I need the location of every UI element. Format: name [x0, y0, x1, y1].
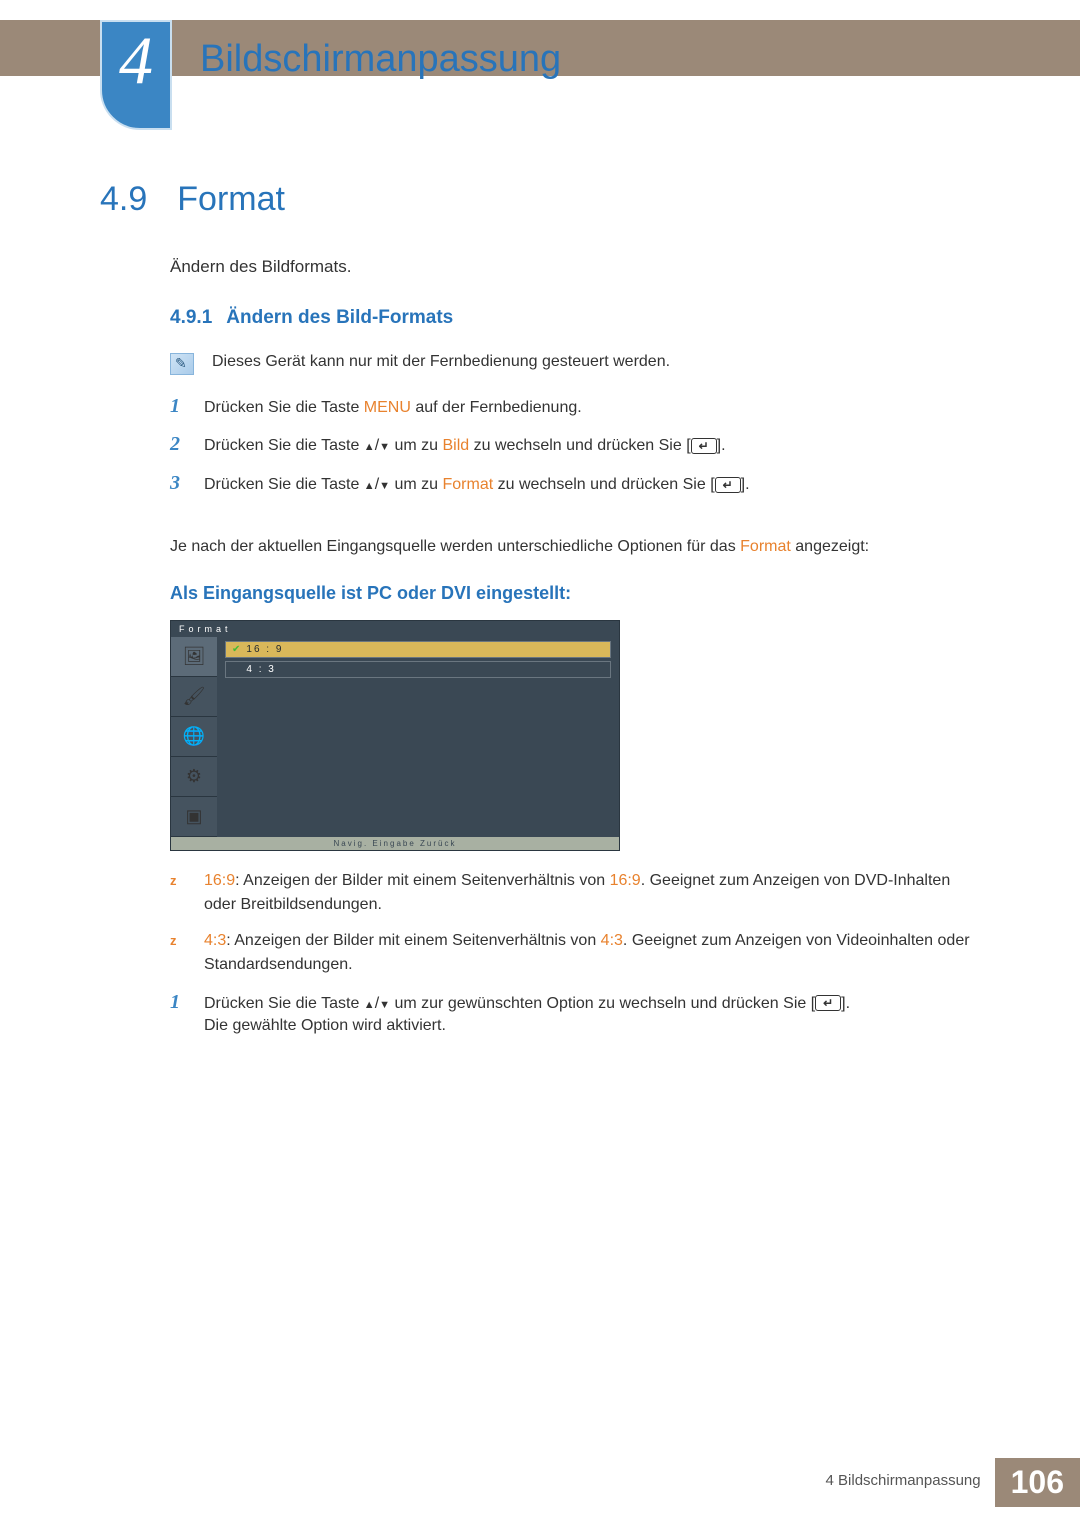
arrow-down-icon: [379, 995, 390, 1012]
osd-tab-gear: ⚙: [171, 757, 217, 797]
enter-icon: [691, 438, 717, 454]
format-label: Format: [443, 476, 494, 493]
note-icon: [170, 353, 194, 375]
step-text: Drücken Sie die Taste / um zur gewünscht…: [204, 993, 850, 1038]
step-number: 2: [170, 433, 186, 456]
note-block: Dieses Gerät kann nur mit der Fernbedien…: [170, 353, 970, 375]
ratio-label: 16:9: [204, 872, 235, 889]
bullet-icon: z: [170, 873, 186, 888]
intro-text: Ändern des Bildformats.: [170, 257, 970, 277]
arrow-down-icon: [379, 476, 390, 493]
step-3: 3 Drücken Sie die Taste / um zu Format z…: [170, 472, 970, 496]
osd-option-16-9: ✔16 : 9: [225, 641, 611, 658]
chapter-number: 4: [119, 26, 153, 94]
osd-sidebar: 🖼 🖌 🌐 ⚙ ▣: [171, 637, 217, 837]
chapter-title: Bildschirmanpassung: [200, 38, 561, 81]
footer-text: 4 Bildschirmanpassung: [812, 1458, 995, 1507]
globe-icon: 🌐: [183, 726, 205, 747]
window-icon: ▣: [185, 806, 202, 827]
gear-icon: ⚙: [186, 766, 202, 787]
step-number: 1: [170, 991, 186, 1014]
check-icon: ✔: [232, 644, 242, 655]
subheading: Als Eingangsquelle ist PC oder DVI einge…: [170, 583, 970, 604]
page-number: 106: [995, 1458, 1080, 1507]
step-text: Drücken Sie die Taste / um zu Format zu …: [204, 474, 750, 496]
bullet-16-9: z 16:9: Anzeigen der Bilder mit einem Se…: [170, 869, 970, 917]
ratio-label: 4:3: [204, 932, 226, 949]
bullet-icon: z: [170, 933, 186, 948]
section-heading: 4.9 Format: [100, 180, 970, 219]
enter-icon: [715, 477, 741, 493]
step-number: 3: [170, 472, 186, 495]
section-title: Format: [177, 180, 285, 219]
bullet-text: 4:3: Anzeigen der Bilder mit einem Seite…: [204, 929, 970, 977]
subsection-number: 4.9.1: [170, 307, 212, 329]
section-number: 4.9: [100, 180, 147, 219]
osd-main: ✔16 : 9 ✔4 : 3: [217, 637, 619, 837]
enter-icon: [815, 995, 841, 1011]
osd-screenshot: Format 🖼 🖌 🌐 ⚙ ▣ ✔16 : 9 ✔4 : 3 Navig. E…: [170, 620, 620, 851]
osd-title: Format: [171, 621, 619, 637]
arrow-up-icon: [364, 476, 375, 493]
osd-tab-globe: 🌐: [171, 717, 217, 757]
osd-tab-brush: 🖌: [171, 677, 217, 717]
menu-label: MENU: [364, 399, 411, 416]
format-label: Format: [740, 538, 791, 555]
osd-option-4-3: ✔4 : 3: [225, 661, 611, 678]
brush-icon: 🖌: [183, 686, 206, 707]
page-footer: 4 Bildschirmanpassung 106: [812, 1458, 1080, 1507]
osd-body: 🖼 🖌 🌐 ⚙ ▣ ✔16 : 9 ✔4 : 3: [171, 637, 619, 837]
step-text: Drücken Sie die Taste MENU auf der Fernb…: [204, 397, 582, 419]
note-text: Dieses Gerät kann nur mit der Fernbedien…: [212, 353, 670, 371]
step-number: 1: [170, 395, 186, 418]
arrow-up-icon: [364, 437, 375, 454]
bullet-4-3: z 4:3: Anzeigen der Bilder mit einem Sei…: [170, 929, 970, 977]
osd-footer: Navig. Eingabe Zurück: [171, 837, 619, 850]
subsection-heading: 4.9.1 Ändern des Bild-Formats: [170, 307, 970, 329]
final-step: 1 Drücken Sie die Taste / um zur gewünsc…: [170, 991, 970, 1038]
chapter-badge: 4: [100, 20, 172, 130]
step-1: 1 Drücken Sie die Taste MENU auf der Fer…: [170, 395, 970, 419]
osd-tab-window: ▣: [171, 797, 217, 837]
arrow-up-icon: [364, 995, 375, 1012]
arrow-down-icon: [379, 437, 390, 454]
paragraph: Je nach der aktuellen Eingangsquelle wer…: [170, 536, 970, 558]
step-text: Drücken Sie die Taste / um zu Bild zu we…: [204, 435, 726, 457]
picture-icon: 🖼: [183, 646, 206, 667]
subsection-title: Ändern des Bild-Formats: [226, 307, 453, 329]
bild-label: Bild: [443, 437, 470, 454]
step-2: 2 Drücken Sie die Taste / um zu Bild zu …: [170, 433, 970, 457]
bullet-text: 16:9: Anzeigen der Bilder mit einem Seit…: [204, 869, 970, 917]
osd-tab-picture: 🖼: [171, 637, 217, 677]
page-content: 4.9 Format Ändern des Bildformats. 4.9.1…: [100, 180, 970, 1051]
